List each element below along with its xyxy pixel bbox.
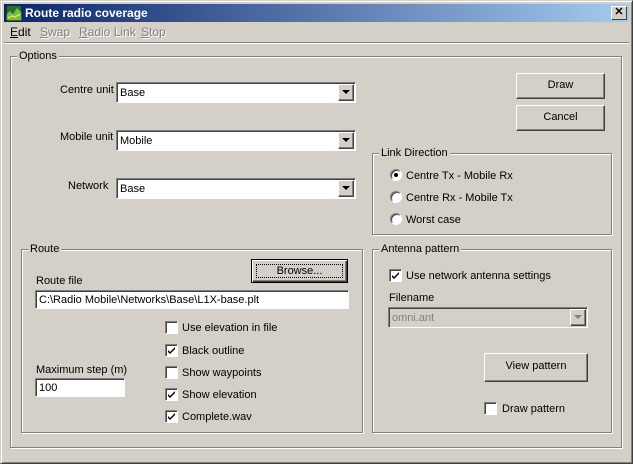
draw-pattern-checkbox[interactable] (484, 402, 497, 415)
route-file-label: Route file (36, 275, 83, 287)
route-file-input[interactable]: C:\Radio Mobile\Networks\Base\L1X-base.p… (35, 290, 349, 309)
menu-edit[interactable]: Edit (10, 25, 31, 39)
mobile-unit-value: Mobile (120, 135, 153, 147)
menu-stop[interactable]: Stop (141, 25, 166, 39)
chevron-down-icon (574, 315, 582, 319)
max-step-value: 100 (39, 382, 58, 394)
app-icon (6, 5, 22, 21)
close-icon: ✕ (614, 6, 624, 18)
chevron-down-icon (342, 90, 350, 94)
title-bar[interactable]: Route radio coverage ✕ (4, 4, 629, 22)
chevron-down-icon (342, 138, 350, 142)
check-icon (168, 347, 175, 354)
link-direction-title: Link Direction (379, 146, 450, 160)
use-elevation-label[interactable]: Use elevation in file (182, 321, 277, 335)
radio-worst-case-label[interactable]: Worst case (406, 213, 461, 227)
route-file-value: C:\Radio Mobile\Networks\Base\L1X-base.p… (39, 294, 260, 306)
route-radio-coverage-window: Route radio coverage ✕ Edit Swap Radio L… (0, 0, 633, 464)
cancel-button[interactable]: Cancel (516, 105, 605, 131)
centre-unit-dropdown-button[interactable] (338, 84, 354, 101)
network-select[interactable]: Base (116, 178, 356, 199)
mobile-unit-select[interactable]: Mobile (116, 130, 356, 151)
filename-dropdown-button[interactable] (570, 309, 586, 326)
complete-wav-checkbox[interactable] (165, 410, 178, 423)
draw-button-label: Draw (547, 79, 574, 91)
check-icon (392, 272, 399, 279)
use-network-antenna-label[interactable]: Use network antenna settings (406, 269, 551, 283)
centre-unit-value: Base (120, 87, 146, 99)
show-waypoints-checkbox[interactable] (165, 366, 178, 379)
max-step-input[interactable]: 100 (35, 378, 125, 397)
network-value: Base (120, 183, 146, 195)
black-outline-label[interactable]: Black outline (182, 344, 244, 358)
network-label: Network (68, 180, 109, 192)
focus-rect (256, 264, 343, 278)
mobile-unit-label: Mobile unit (60, 131, 114, 143)
view-pattern-button[interactable]: View pattern (484, 353, 588, 382)
menu-radio-link[interactable]: Radio Link (79, 25, 136, 39)
show-elevation-label[interactable]: Show elevation (182, 388, 257, 402)
radio-centre-rx-mobile-tx[interactable] (390, 191, 402, 203)
route-group-title: Route (28, 242, 62, 256)
use-elevation-checkbox[interactable] (165, 321, 178, 334)
filename-select[interactable]: omni.ant (388, 307, 588, 328)
radio-centre-tx-mobile-rx[interactable] (390, 169, 402, 181)
browse-button[interactable]: Browse... (251, 259, 348, 283)
mobile-unit-dropdown-button[interactable] (338, 132, 354, 149)
menu-swap[interactable]: Swap (40, 25, 70, 39)
draw-pattern-label[interactable]: Draw pattern (502, 402, 565, 416)
black-outline-checkbox[interactable] (165, 344, 178, 357)
options-group-title: Options (17, 49, 59, 63)
menu-separator (4, 42, 629, 44)
filename-label: Filename (389, 292, 435, 304)
close-button[interactable]: ✕ (611, 6, 627, 20)
check-icon (168, 391, 175, 398)
show-waypoints-label[interactable]: Show waypoints (182, 366, 262, 380)
radio-centre-rx-mobile-tx-label[interactable]: Centre Rx - Mobile Tx (406, 191, 513, 205)
radio-worst-case[interactable] (390, 213, 402, 225)
view-pattern-button-label: View pattern (505, 360, 567, 372)
network-dropdown-button[interactable] (338, 180, 354, 197)
check-icon (168, 413, 175, 420)
window-title: Route radio coverage (25, 6, 148, 20)
max-step-label: Maximum step (m) (36, 364, 128, 376)
use-network-antenna-checkbox[interactable] (389, 269, 402, 282)
cancel-button-label: Cancel (543, 111, 578, 123)
radio-centre-tx-mobile-rx-label[interactable]: Centre Tx - Mobile Rx (406, 169, 513, 183)
centre-unit-select[interactable]: Base (116, 82, 356, 103)
complete-wav-label[interactable]: Complete.wav (182, 410, 252, 424)
chevron-down-icon (342, 186, 350, 190)
draw-button[interactable]: Draw (516, 73, 605, 99)
antenna-pattern-title: Antenna pattern (379, 242, 462, 256)
show-elevation-checkbox[interactable] (165, 388, 178, 401)
filename-value: omni.ant (392, 312, 435, 324)
centre-unit-label: Centre unit (60, 84, 114, 96)
menu-bar: Edit Swap Radio Link Stop (4, 23, 629, 41)
